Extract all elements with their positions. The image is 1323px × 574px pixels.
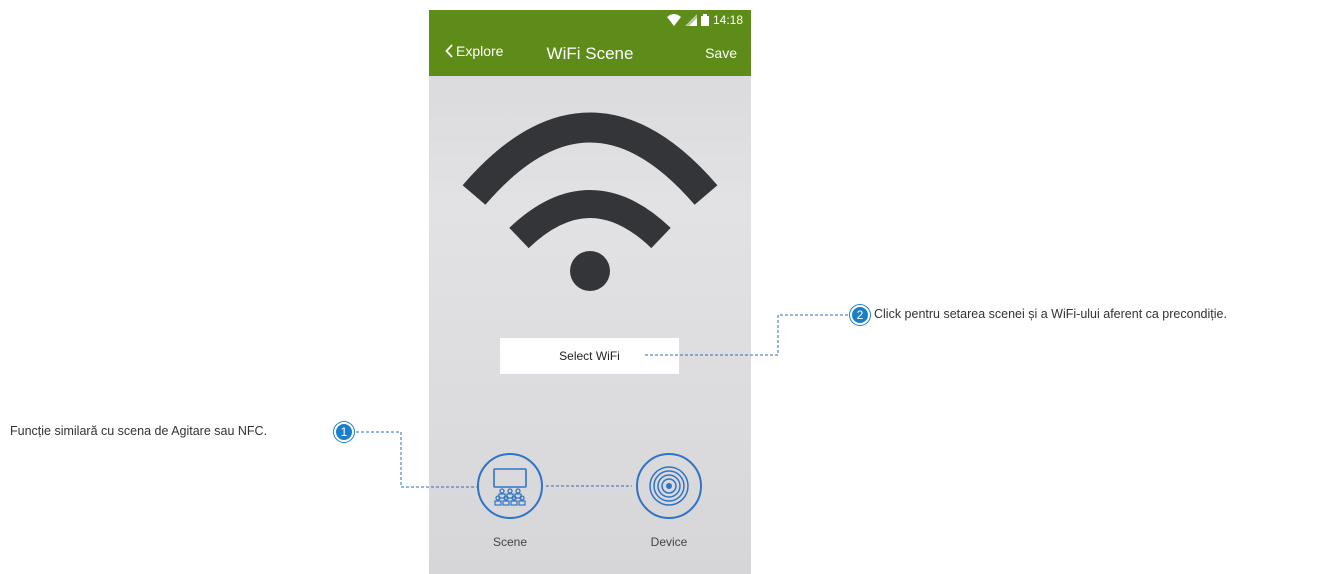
annotation-badge-1: 1 xyxy=(334,422,354,442)
annotation-connectors xyxy=(356,314,848,488)
annotation-text-1: Funcție similară cu scena de Agitare sau… xyxy=(10,424,268,438)
annotation-text-2: Click pentru setarea scenei și a WiFi-ul… xyxy=(874,307,1227,321)
annotation-badge-2: 2 xyxy=(850,305,870,325)
